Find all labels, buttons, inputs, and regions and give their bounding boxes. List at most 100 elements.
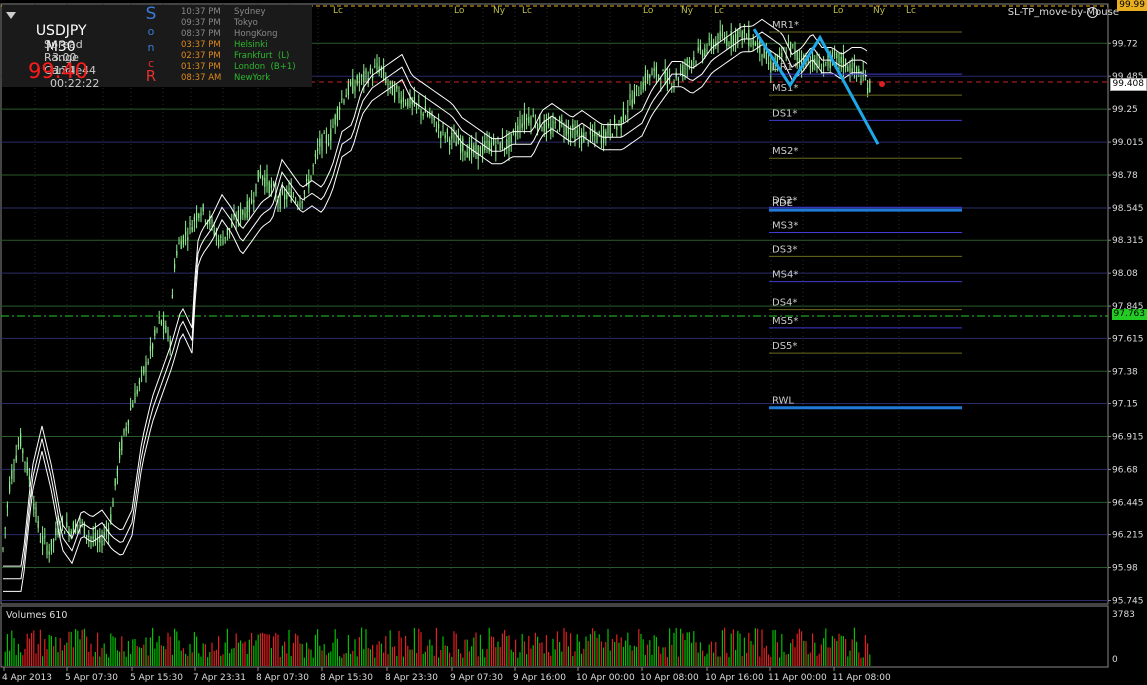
- candle-body: [576, 130, 578, 135]
- candle-body: [281, 190, 283, 194]
- current-price-big: 99.40: [28, 59, 89, 83]
- candle-body: [178, 242, 180, 244]
- candle-body: [860, 78, 862, 83]
- candle-body: [638, 95, 640, 97]
- price-tag-top: 99.99: [1117, 0, 1147, 11]
- candle-body: [224, 236, 226, 239]
- candle-body: [130, 407, 132, 410]
- price-chart[interactable]: 99.7299.48599.2599.01598.7898.54598.3159…: [0, 0, 1147, 685]
- session-marker-label: Lo: [643, 6, 654, 16]
- level-label: MS1*: [772, 83, 798, 94]
- candle-body: [361, 75, 363, 77]
- candle-body: [15, 455, 17, 461]
- candle-body: [768, 62, 770, 65]
- candle-body: [510, 133, 512, 143]
- candle-body: [160, 320, 162, 325]
- candle-body: [475, 142, 477, 153]
- x-tick-label: 5 Apr 07:30: [65, 673, 118, 683]
- candle-body: [325, 134, 327, 144]
- candle-body: [253, 200, 255, 203]
- candle-body: [319, 138, 321, 147]
- candle-body: [222, 238, 224, 245]
- candle-body: [541, 129, 543, 131]
- candle-body: [35, 506, 37, 518]
- candle-body: [200, 212, 202, 217]
- candle-body: [169, 339, 171, 345]
- candle-body: [587, 141, 589, 144]
- y-tick-label: 99.015: [1112, 138, 1144, 148]
- candle-body: [398, 92, 400, 98]
- candle-body: [451, 133, 453, 139]
- session-marker-label: Lc: [522, 6, 532, 16]
- candle-body: [387, 84, 389, 86]
- candle-body: [853, 63, 855, 68]
- candle-body: [449, 139, 451, 146]
- y-tick-label: 96.915: [1112, 432, 1144, 442]
- candle-body: [732, 35, 734, 45]
- y-tick-label: 95.98: [1112, 564, 1138, 574]
- candle-body: [867, 87, 869, 94]
- x-tick-label: 10 Apr 16:00: [705, 673, 764, 683]
- candle-body: [264, 177, 266, 187]
- candle-body: [2, 548, 4, 550]
- candle-body: [226, 228, 228, 235]
- candle-body: [134, 392, 136, 403]
- candle-body: [310, 176, 312, 180]
- candle-body: [396, 85, 398, 89]
- candle-body: [655, 66, 657, 77]
- candle-body: [400, 99, 402, 104]
- candle-body: [743, 29, 745, 34]
- candle-body: [642, 82, 644, 90]
- session-name: HongKong: [234, 29, 278, 39]
- candle-body: [44, 536, 46, 538]
- candle-body: [554, 122, 556, 124]
- candle-body: [156, 328, 158, 330]
- candle-body: [746, 37, 748, 39]
- level-label: DS1*: [772, 108, 797, 119]
- candle-body: [314, 154, 316, 157]
- candle-body: [64, 531, 66, 534]
- candle-body: [728, 44, 730, 46]
- y-tick-label: 97.38: [1112, 367, 1138, 377]
- session-time: 08:37 PM: [181, 29, 221, 39]
- candle-body: [262, 176, 264, 181]
- collapse-triangle-icon[interactable]: [6, 12, 16, 19]
- candle-body: [48, 551, 50, 555]
- candle-body: [339, 106, 341, 110]
- y-tick-label: 97.15: [1112, 400, 1138, 410]
- candle-body: [631, 99, 633, 108]
- candle-body: [70, 531, 72, 537]
- candle-body: [636, 84, 638, 87]
- candle-body: [455, 141, 457, 147]
- candle-body: [708, 38, 710, 40]
- session-marker-label: Lo: [454, 6, 465, 16]
- candle-body: [763, 46, 765, 58]
- x-tick-label: 5 Apr 15:30: [130, 673, 183, 683]
- level-label: RWL: [772, 396, 794, 407]
- candle-body: [427, 113, 429, 116]
- candle-body: [660, 82, 662, 84]
- session-name: Helsinki: [234, 40, 268, 50]
- y-tick-label: 96.68: [1112, 465, 1138, 475]
- candle-body: [435, 129, 437, 132]
- candle-body: [121, 439, 123, 451]
- x-tick-label: 9 Apr 07:30: [450, 673, 503, 683]
- candle-body: [658, 75, 660, 77]
- candle-body: [717, 34, 719, 47]
- session-marker-label: Lo: [833, 6, 844, 16]
- candle-body: [347, 82, 349, 95]
- candle-body: [598, 131, 600, 134]
- candle-body: [251, 199, 253, 204]
- candle-body: [341, 98, 343, 100]
- candle-body: [376, 63, 378, 70]
- socr-o: o: [147, 25, 155, 38]
- candle-body: [719, 31, 721, 40]
- price-tag-green-line: 97.763: [1111, 309, 1147, 320]
- candle-body: [211, 218, 213, 223]
- candle-body: [614, 118, 616, 127]
- candle-body: [528, 116, 530, 124]
- y-tick-label: 95.745: [1112, 596, 1144, 606]
- candle-body: [268, 181, 270, 194]
- candle-body: [486, 141, 488, 143]
- volume-plot-frame: [0, 605, 1109, 668]
